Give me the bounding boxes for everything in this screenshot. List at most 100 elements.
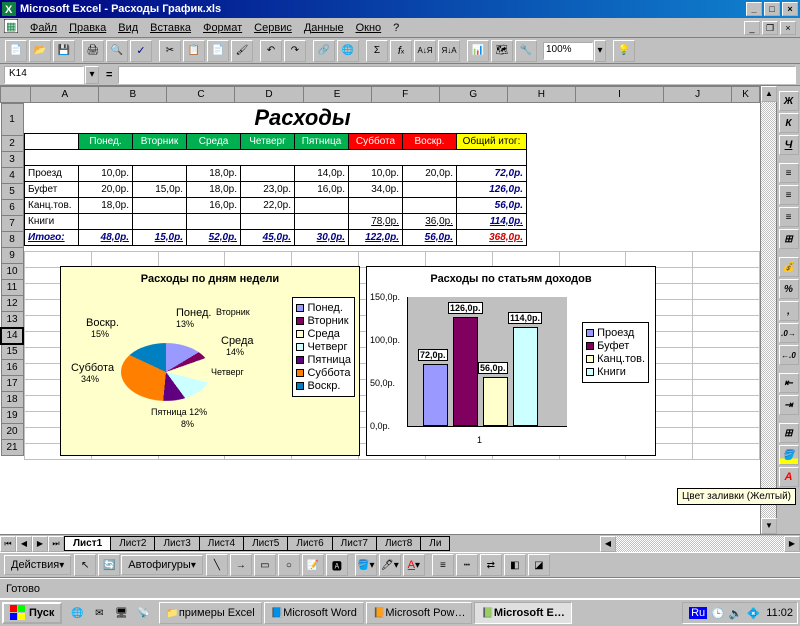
tray-icon[interactable]: 💠 [747,607,761,620]
decrease-indent-button[interactable]: ⇤ [779,373,799,393]
grid-area[interactable]: A B C D E F G H I J K 1 2 3 4 5 [0,86,760,534]
row-header[interactable]: 9 [1,248,23,264]
line-button[interactable]: ╲ [206,554,228,576]
shadow-button[interactable]: ◧ [504,554,526,576]
row-header[interactable]: 1 [1,104,23,136]
help-button[interactable]: 💡 [613,40,635,62]
row-header[interactable]: 19 [1,408,23,424]
taskbar-button[interactable]: 📁 примеры Excel [159,602,261,624]
ie-icon[interactable]: 🌐 [67,603,87,623]
row-header[interactable]: 6 [1,200,23,216]
font-color-button[interactable]: A▾ [403,554,425,576]
comma-button[interactable]: , [779,301,799,321]
wordart-button[interactable]: 🅰 [326,554,348,576]
col-header[interactable]: G [439,87,507,103]
col-header[interactable]: E [303,87,371,103]
sheet-tab[interactable]: Лист2 [110,536,155,551]
drawing-button[interactable]: 🔧 [515,40,537,62]
redo-button[interactable]: ↷ [284,40,306,62]
bar-chart[interactable]: Расходы по статьям доходов 0,0р. 50,0р. … [366,266,656,456]
hyperlink-button[interactable]: 🔗 [313,40,335,62]
mdi-control-icon[interactable]: ▦ [4,19,18,36]
col-header[interactable]: I [575,87,663,103]
data-table[interactable]: Расходы Понед. Вторник Среда Четверг Пят… [24,103,527,246]
select-all-corner[interactable] [1,87,31,103]
col-header[interactable]: K [732,87,760,103]
print-preview-button[interactable]: 🔍 [106,40,128,62]
autoshapes-menu[interactable]: Автофигуры ▾ [121,555,203,575]
maximize-button[interactable]: □ [764,2,780,16]
menu-tools[interactable]: Сервис [248,20,298,36]
rotate-button[interactable]: 🔄 [98,554,120,576]
row-header[interactable]: 17 [1,376,23,392]
taskbar-button[interactable]: 📗 Microsoft E… [474,602,571,624]
row-header[interactable]: 3 [1,152,23,168]
tray-icon[interactable]: 🔊 [729,607,743,620]
vertical-scrollbar[interactable]: ▲ ▼ [760,86,776,534]
row-header[interactable]: 21 [1,440,23,456]
col-header[interactable]: D [235,87,303,103]
menu-edit[interactable]: Правка [63,20,112,36]
new-button[interactable]: 📄 [5,40,27,62]
menu-window[interactable]: Окно [350,20,388,36]
3d-button[interactable]: ◪ [528,554,550,576]
oval-button[interactable]: ○ [278,554,300,576]
menu-data[interactable]: Данные [298,20,350,36]
fill-color-button[interactable]: 🪣▾ [355,554,377,576]
col-header[interactable]: B [99,87,167,103]
save-button[interactable]: 💾 [53,40,75,62]
name-box[interactable]: K14 [4,66,84,84]
desktop-icon[interactable]: 🖥 [111,603,131,623]
font-color-button[interactable]: A [779,467,799,487]
sheet-tab[interactable]: Лист5 [243,536,288,551]
bold-button[interactable]: Ж [779,91,799,111]
web-toolbar-button[interactable]: 🌐 [337,40,359,62]
tab-first-button[interactable]: ⏮ [0,536,16,552]
close-button[interactable]: × [782,2,798,16]
taskbar-button[interactable]: 📘 Microsoft Word [264,602,364,624]
increase-indent-button[interactable]: ⇥ [779,395,799,415]
pie-chart[interactable]: Расходы по дням недели Понед. 13% Вторни… [60,266,360,456]
sheet-tab[interactable]: Лист8 [376,536,421,551]
formula-bar[interactable] [118,66,796,84]
arrow-style-button[interactable]: ⇄ [480,554,502,576]
open-button[interactable]: 📂 [29,40,51,62]
col-header[interactable]: J [664,87,732,103]
col-header[interactable]: F [371,87,439,103]
chart-wizard-button[interactable]: 📊 [467,40,489,62]
scroll-up-button[interactable]: ▲ [761,86,777,102]
percent-button[interactable]: % [779,279,799,299]
fill-color-button[interactable]: 🪣 [779,445,799,465]
scroll-right-button[interactable]: ▶ [784,536,800,552]
select-objects-button[interactable]: ↖ [74,554,96,576]
col-header[interactable]: A [31,87,99,103]
outlook-icon[interactable]: ✉ [89,603,109,623]
col-header[interactable]: H [507,87,575,103]
sort-desc-button[interactable]: Я↓А [438,40,460,62]
align-left-button[interactable]: ≡ [779,163,799,183]
tray-icon[interactable]: 🕒 [711,607,725,620]
namebox-dropdown[interactable]: ▾ [85,66,99,84]
tab-prev-button[interactable]: ◀ [16,536,32,552]
line-color-button[interactable]: 🖊▾ [379,554,401,576]
dash-style-button[interactable]: ┅ [456,554,478,576]
mdi-minimize-button[interactable]: _ [744,21,760,35]
tab-next-button[interactable]: ▶ [32,536,48,552]
italic-button[interactable]: К [779,113,799,133]
cut-button[interactable]: ✂ [159,40,181,62]
taskbar-button[interactable]: 📙 Microsoft Pow… [366,602,473,624]
tab-last-button[interactable]: ⏭ [48,536,64,552]
sheet-tab[interactable]: Лист7 [332,536,377,551]
mdi-close-button[interactable]: × [780,21,796,35]
spellcheck-button[interactable]: ✓ [130,40,152,62]
sheet-tab[interactable]: Лист4 [199,536,244,551]
row-header[interactable]: 16 [1,360,23,376]
align-center-button[interactable]: ≡ [779,185,799,205]
row-header[interactable]: 12 [1,296,23,312]
textbox-button[interactable]: 📝 [302,554,324,576]
scroll-left-button[interactable]: ◀ [600,536,616,552]
zoom-dropdown[interactable]: ▾ [594,40,606,62]
row-header[interactable]: 4 [1,168,23,184]
rectangle-button[interactable]: ▭ [254,554,276,576]
borders-button[interactable]: ⊞ [779,423,799,443]
